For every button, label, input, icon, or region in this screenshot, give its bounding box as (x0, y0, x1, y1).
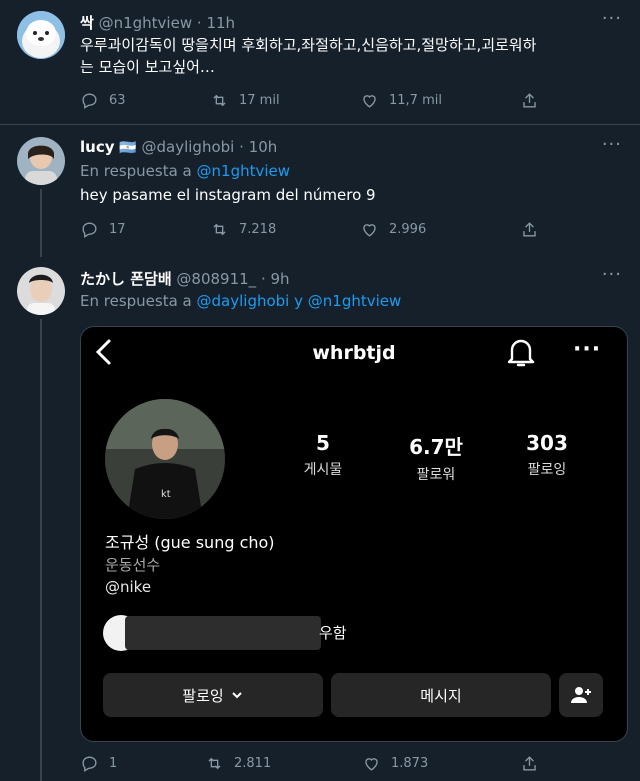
reply-count: 17 (109, 222, 126, 237)
more-icon[interactable]: ··· (602, 134, 622, 155)
following-count: 303 (526, 431, 568, 455)
posts-label: 게시물 (303, 462, 343, 478)
like-count: 11,7 mil (389, 93, 442, 108)
share-icon (523, 93, 536, 108)
reply-prefix: En respuesta a (80, 292, 192, 310)
reply-to-link[interactable]: @daylighobi y @n1ghtview (197, 292, 402, 310)
chevron-down-icon (231, 692, 242, 699)
tweet-text-line-2: 는 모습이 보고싶어… (80, 58, 215, 76)
bell-icon (507, 339, 535, 367)
mutual-suffix: 우함 (319, 624, 347, 642)
more-icon[interactable]: ··· (602, 8, 622, 29)
tweet-text-line-1: 우루과이감독이 땅을치며 후회하고,좌절하고,신음하고,절망하고,괴로워하 (80, 36, 537, 54)
reply-context: En respuesta a @n1ghtview (80, 160, 625, 182)
reply-button[interactable]: 17 (80, 220, 126, 239)
avatar-takashi[interactable] (17, 267, 65, 315)
reply-icon (82, 756, 97, 772)
thread-line (40, 189, 42, 257)
like-button[interactable]: 11,7 mil (360, 91, 442, 110)
share-button[interactable] (520, 91, 539, 110)
author-handle[interactable]: @daylighobi (142, 138, 235, 156)
timestamp[interactable]: 10h (249, 138, 278, 156)
retweet-icon (213, 223, 226, 236)
more-icon: ··· (573, 337, 602, 362)
author-name[interactable]: たかし 폰담배 (80, 270, 172, 288)
add-person-icon (571, 687, 591, 703)
share-button[interactable] (520, 220, 539, 239)
like-count: 1.873 (391, 756, 429, 771)
display-name: 조규성 (gue sung cho) (105, 533, 275, 552)
following-stat[interactable]: 303 팔로잉 (497, 431, 597, 479)
retweet-icon (208, 757, 221, 770)
retweet-button[interactable]: 17 mil (210, 91, 280, 110)
author-name[interactable]: lucy (80, 138, 115, 156)
bio-mention-link[interactable]: @nike (105, 578, 151, 596)
censored-mutual-names (125, 616, 321, 650)
add-person-button[interactable] (559, 673, 603, 717)
reply-button[interactable]: 1 (80, 754, 117, 773)
timestamp[interactable]: 11h (206, 14, 235, 32)
reply-button[interactable]: 63 (80, 91, 126, 110)
following-button-label: 팔로잉 (182, 686, 224, 705)
posts-stat[interactable]: 5 게시물 (273, 431, 373, 479)
like-count: 2.996 (389, 222, 427, 237)
reply-icon (82, 222, 97, 238)
profile-picture: kt (105, 399, 225, 519)
followers-stat[interactable]: 6.7만 팔로워 (386, 431, 486, 484)
retweet-count: 17 mil (239, 93, 280, 108)
like-icon (363, 224, 376, 237)
message-button-label: 메시지 (420, 686, 462, 705)
tweet-text: hey pasame el instagram del número 9 (80, 186, 376, 204)
posts-count: 5 (316, 431, 330, 455)
tweet-1[interactable]: 싹 @n1ghtview · 11h ··· 우루과이감독이 땅을치며 후회하고… (0, 0, 640, 124)
author-handle[interactable]: @n1ghtview (99, 14, 193, 32)
argentina-flag-icon: 🇦🇷 (119, 140, 137, 156)
followers-count: 6.7만 (409, 435, 463, 459)
avatar-dog[interactable] (17, 11, 65, 59)
retweet-icon (213, 94, 226, 107)
avatar-lucy[interactable] (17, 137, 65, 185)
reply-context: En respuesta a @daylighobi y @n1ghtview (80, 290, 625, 312)
retweet-count: 2.811 (234, 756, 272, 771)
retweet-button[interactable]: 2.811 (205, 754, 271, 773)
share-icon (523, 222, 536, 237)
ig-header: whrbtjd ··· (81, 327, 627, 377)
author-handle[interactable]: @808911_ (176, 270, 256, 288)
timestamp[interactable]: 9h (271, 270, 290, 288)
like-button[interactable]: 1.873 (362, 754, 428, 773)
thread-line (40, 319, 42, 781)
followers-label: 팔로워 (416, 467, 456, 483)
author-name[interactable]: 싹 (80, 14, 94, 32)
like-icon (365, 758, 378, 771)
reply-count: 1 (109, 756, 118, 771)
share-icon (523, 756, 536, 771)
like-icon (363, 95, 376, 108)
mutual-followers-row[interactable]: 우함 (103, 615, 403, 651)
message-button[interactable]: 메시지 (331, 673, 551, 717)
reply-to-link[interactable]: @n1ghtview (197, 162, 291, 180)
tweet-2[interactable]: lucy 🇦🇷 @daylighobi · 10h ··· En respues… (0, 125, 640, 257)
share-button[interactable] (520, 754, 539, 773)
svg-text:kt: kt (161, 489, 171, 500)
dog-avatar-image (17, 11, 65, 59)
following-button[interactable]: 팔로잉 (103, 673, 323, 717)
instagram-profile-screenshot[interactable]: whrbtjd ··· kt 5 게시물 6.7만 팔로워 303 팔로잉 조규… (80, 326, 628, 742)
reply-count: 63 (109, 93, 126, 108)
category-label: 운동선수 (105, 556, 161, 574)
ig-username: whrbtjd (312, 342, 396, 364)
reply-icon (82, 93, 97, 109)
takashi-avatar-image (17, 267, 65, 315)
like-button[interactable]: 2.996 (360, 220, 426, 239)
profile-photo: kt (105, 399, 225, 519)
lucy-avatar-image (17, 137, 65, 185)
more-icon[interactable]: ··· (602, 264, 622, 285)
retweet-count: 7.218 (239, 222, 277, 237)
reply-prefix: En respuesta a (80, 162, 192, 180)
following-label: 팔로잉 (527, 462, 567, 478)
retweet-button[interactable]: 7.218 (210, 220, 276, 239)
